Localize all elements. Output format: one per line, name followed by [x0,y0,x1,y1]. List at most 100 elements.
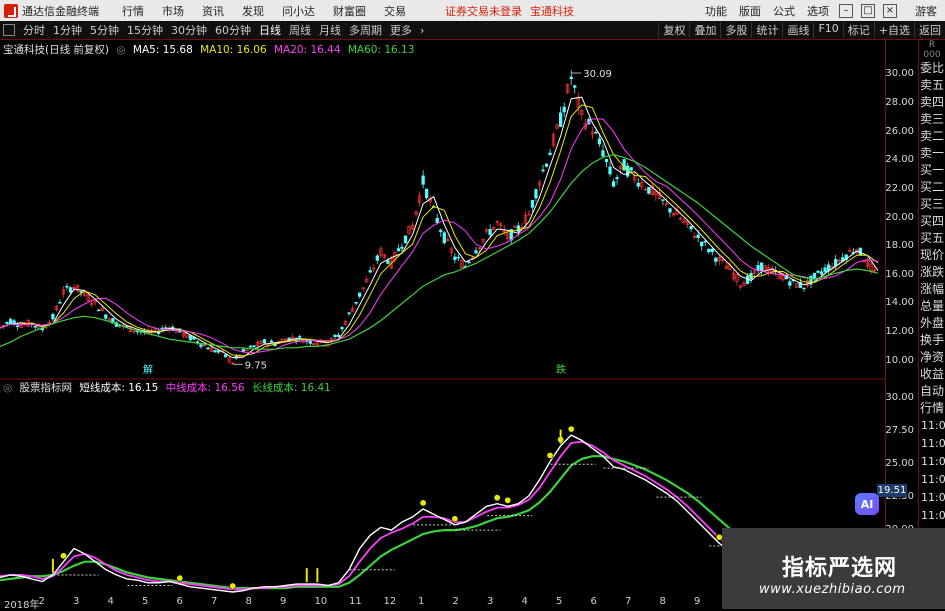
period-monthly[interactable]: 月线 [319,22,341,38]
layout-toggle-icon[interactable] [3,24,15,36]
candle-body [336,334,341,337]
guest-label[interactable]: 游客 [915,3,937,19]
rp-label-0: 委比 [919,61,944,75]
x-tick-9: 10 [314,596,328,607]
rp-label-12: 涨跌 [919,265,944,279]
right-quote-panel: R 000 委比 卖五 卖四 卖三 卖二 卖一 买一 买二 买三 买四 买五 现价 涨跌 涨幅 总量 外盘 换手… [918,40,945,609]
period-more[interactable]: 更多 [390,22,412,38]
rp-label-15: 外盘 [919,316,944,330]
ma5-line [0,96,879,359]
candle-body [51,313,55,320]
btn-fuquan[interactable]: 复权 [658,22,689,38]
menu-caifuquan[interactable]: 财富圈 [333,3,366,19]
menu-hangqing[interactable]: 行情 [122,3,144,19]
candle-body [358,292,362,297]
menu-bar: 通达信金融终端 行情 市场 资讯 发现 问小达 财富圈 交易 证券交易未登录 宝… [0,0,945,21]
candle-body [347,312,351,314]
candle-body [199,344,203,347]
menu-banmian[interactable]: 版面 [739,3,761,19]
rp-time-4: 11:0 [921,491,945,504]
candle-body [333,334,337,337]
signal-dot [59,552,67,560]
period-multi[interactable]: 多周期 [349,22,382,38]
restore-icon[interactable]: □ [861,3,875,18]
more-arrow-icon[interactable]: › [420,24,424,37]
candle-body [68,287,73,293]
candle-body [615,177,619,179]
x-tick-2: 3 [73,596,80,607]
rp-time-0: 11:0 [921,419,945,432]
menu-zixun[interactable]: 资讯 [202,3,224,19]
candle-body [559,112,563,127]
menu-jiaoyi[interactable]: 交易 [384,3,406,19]
period-30min[interactable]: 30分钟 [171,22,207,38]
login-warning[interactable]: 证券交易未登录 [445,3,522,19]
candle-body [530,200,535,208]
minimize-icon[interactable]: – [839,3,853,18]
event-marker-jie: 解 [143,363,153,376]
period-daily[interactable]: 日线 [259,22,281,38]
menu-xuanxiang[interactable]: 选项 [807,3,829,19]
watermark-banner: 指标严选网 www.xuezhibiao.com [722,528,945,609]
candle-body [269,340,274,343]
candle-body [425,188,429,199]
period-weekly[interactable]: 周线 [289,22,311,38]
candle-body [354,301,358,304]
menu-wenxiaoda[interactable]: 问小达 [282,3,315,19]
rp-time-3: 11:0 [921,473,945,486]
rp-label-6: 买一 [919,163,944,177]
candle-body [298,336,302,338]
current-price-tag: 19.51 [877,484,907,497]
period-fenshi[interactable]: 分时 [23,22,45,38]
candle-body [33,326,37,328]
btn-zixuan[interactable]: +自选 [873,22,914,38]
candle-body [439,229,443,233]
toolbar-right: 复权 叠加 多股 统计 画线 F10 标记 +自选 返回 [658,22,945,38]
period-5min[interactable]: 5分钟 [90,22,119,38]
menu-shichang[interactable]: 市场 [162,3,184,19]
rp-label-7: 买二 [919,180,944,194]
btn-huaxian[interactable]: 画线 [782,22,813,38]
btn-duogu[interactable]: 多股 [720,22,751,38]
btn-f10[interactable]: F10 [813,22,842,38]
y-tick-ind-1: 27.50 [885,425,914,437]
btn-fanhui[interactable]: 返回 [914,22,945,38]
candle-body [541,169,545,172]
menu-faxian[interactable]: 发现 [242,3,264,19]
candle-body [696,234,700,238]
period-1min[interactable]: 1分钟 [53,22,82,38]
x-tick-6: 7 [211,596,218,607]
x-tick-1: 2 [38,596,45,607]
candle-body [707,249,711,253]
price-chart[interactable]: 30.09 9.75 解 跌 [0,40,885,596]
candle-body [386,260,390,264]
y-tick-main-8: 14.00 [885,297,914,309]
ma10-line [0,104,879,357]
y-tick-main-3: 24.00 [885,154,914,166]
menu-gongneng[interactable]: 功能 [705,3,727,19]
candle-body [689,225,693,230]
btn-tongji[interactable]: 统计 [751,22,782,38]
rp-label-3: 卖三 [919,112,944,126]
rp-label-10: 买五 [919,231,944,245]
x-tick-14: 3 [487,596,494,607]
period-60min[interactable]: 60分钟 [215,22,251,38]
candle-body [601,150,605,157]
candle-body [714,257,718,262]
ai-assistant-button[interactable]: AI [855,493,879,515]
period-15min[interactable]: 15分钟 [127,22,163,38]
rp-labels: 委比 卖五 卖四 卖三 卖二 卖一 买一 买二 买三 买四 买五 现价 涨跌 涨幅 总量 外盘 换手 净资 收益 自动… [919,60,945,417]
rp-label-19[interactable]: 自动 [919,383,945,400]
close-icon[interactable]: × [883,3,897,18]
candle-body [544,163,549,167]
btn-biaoji[interactable]: 标记 [842,22,874,38]
candle-body [604,158,609,162]
btn-diejia[interactable]: 叠加 [689,22,720,38]
high-label: 30.09 [583,69,612,80]
x-tick-11: 12 [383,596,397,607]
candle-body [58,302,62,304]
candle-body [396,248,401,252]
rp-label-17: 净资 [919,350,944,364]
rp-label-20[interactable]: 行情 [919,400,945,417]
menu-gongshi[interactable]: 公式 [773,3,795,19]
